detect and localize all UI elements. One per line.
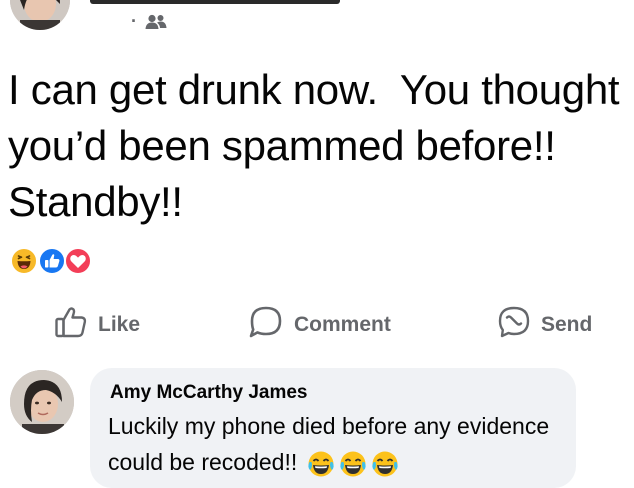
audience-separator: ·	[131, 11, 137, 31]
speech-bubble-icon	[248, 305, 284, 345]
send-button[interactable]: Send	[497, 305, 592, 345]
tears-of-joy-emoji	[340, 451, 366, 477]
poster-name-cropped[interactable]	[90, 0, 350, 4]
thumbs-up-icon	[54, 305, 88, 345]
post-text: I can get drunk now. You thought you’d b…	[8, 66, 631, 225]
reaction-summary[interactable]	[8, 247, 98, 277]
tears-of-joy-emoji	[308, 451, 334, 477]
like-button[interactable]: Like	[54, 305, 140, 345]
comment-text: Luckily my phone died before any evidenc…	[108, 408, 568, 480]
tears-of-joy-emoji	[372, 451, 398, 477]
more-options-icon[interactable]	[606, 0, 630, 4]
friends-icon	[145, 14, 167, 30]
like-label: Like	[98, 313, 141, 336]
messenger-icon	[497, 305, 531, 345]
commenter-avatar[interactable]	[10, 370, 74, 434]
comment-author[interactable]: Amy McCarthy James	[110, 382, 307, 404]
comment-button[interactable]: Comment	[248, 305, 391, 345]
haha-reaction-icon	[10, 247, 38, 275]
comment-label: Comment	[294, 313, 391, 336]
like-reaction-icon	[38, 247, 66, 275]
poster-avatar[interactable]	[10, 0, 70, 30]
love-reaction-icon	[64, 247, 92, 275]
send-label: Send	[541, 313, 593, 336]
emoji-group	[304, 449, 400, 477]
